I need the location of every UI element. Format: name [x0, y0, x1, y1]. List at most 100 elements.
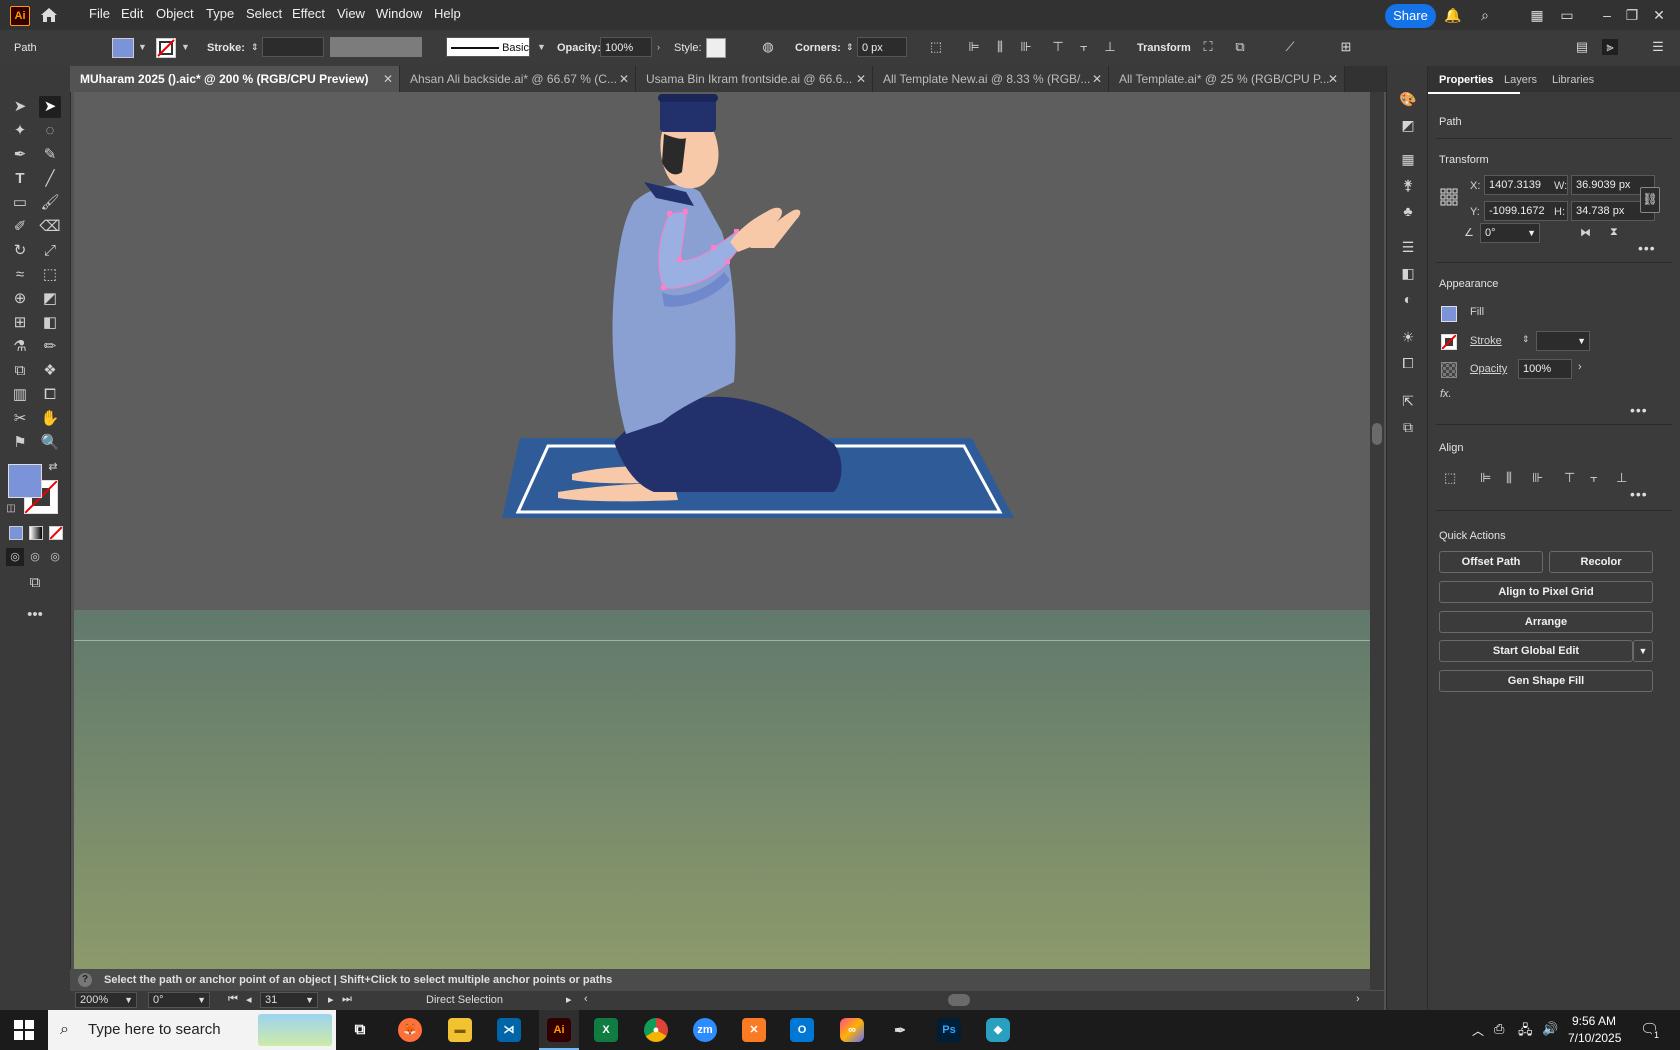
none-mode-icon[interactable]	[49, 526, 63, 540]
rotation-angle-input[interactable]: 0° ▼	[1480, 223, 1540, 243]
gradient-mode-icon[interactable]	[29, 526, 43, 540]
artboards-panel-icon[interactable]: ⧉	[1399, 418, 1417, 436]
tab-libraries[interactable]: Libraries	[1552, 74, 1594, 86]
column-graph-tool-icon[interactable]: ▥	[9, 384, 31, 406]
brushes-panel-icon[interactable]: ⚵	[1399, 176, 1417, 194]
canvas[interactable]	[74, 92, 1370, 969]
stroke-stepper-icon[interactable]: ⇕	[1522, 334, 1530, 345]
vertical-scrollbar[interactable]	[1370, 92, 1384, 990]
excel-icon[interactable]: X	[594, 1018, 618, 1042]
draw-normal-icon[interactable]: ◎	[6, 548, 24, 566]
shape-builder-tool-icon[interactable]: ⊕	[9, 288, 31, 310]
panel-align-left-icon[interactable]: ⊫	[1480, 470, 1491, 486]
chrome-icon[interactable]: ●	[644, 1018, 668, 1042]
file-explorer-icon[interactable]: ▬	[448, 1018, 472, 1042]
graphic-style-swatch[interactable]	[706, 38, 726, 58]
properties-toggle-icon[interactable]: ⫸	[1602, 39, 1618, 55]
help-icon[interactable]: ?	[78, 973, 92, 987]
appearance-panel-icon[interactable]: ☀	[1399, 328, 1417, 346]
zoom-icon[interactable]: zm	[693, 1018, 717, 1042]
scale-tool-icon[interactable]: ⤢	[39, 240, 61, 262]
swatches-panel-icon[interactable]: ▦	[1399, 150, 1417, 168]
corners-input[interactable]: 0 px	[857, 37, 907, 57]
flip-vertical-icon[interactable]: ⧗	[1610, 226, 1618, 239]
fill-color-swatch[interactable]	[8, 464, 42, 498]
lasso-tool-icon[interactable]: ◌	[39, 120, 61, 142]
free-transform-tool-icon[interactable]: ⬚	[39, 264, 61, 286]
swap-colors-icon[interactable]: ⇄	[46, 460, 60, 474]
home-icon[interactable]	[38, 4, 60, 26]
stroke-dropdown-icon[interactable]: ▼	[181, 42, 190, 52]
vertical-scroll-thumb[interactable]	[1372, 423, 1382, 445]
scroll-left-icon[interactable]: ‹	[584, 993, 588, 1005]
flip-horizontal-icon[interactable]: ⧓	[1580, 226, 1591, 239]
taskbar-date[interactable]: 7/10/2025	[1568, 1031, 1621, 1045]
close-tab-icon[interactable]: ✕	[619, 66, 629, 92]
stroke-label[interactable]: Stroke	[1470, 335, 1502, 347]
align-bottom-icon[interactable]: ⊥	[1102, 39, 1118, 55]
firefox-icon[interactable]: 🦊	[398, 1018, 422, 1042]
effects-icon[interactable]: fx.	[1440, 388, 1452, 400]
panel-layout-icon[interactable]: ▭	[1558, 6, 1576, 24]
tab-properties[interactable]: Properties	[1439, 74, 1493, 86]
edit-toolbar-icon[interactable]: •••	[24, 604, 46, 626]
artboard-tool-icon[interactable]: ⧠	[39, 384, 61, 406]
xampp-icon[interactable]: ✕	[742, 1018, 766, 1042]
close-tab-icon[interactable]: ✕	[383, 66, 393, 92]
share-button[interactable]: Share	[1385, 4, 1436, 28]
bell-icon[interactable]: 🔔	[1444, 6, 1462, 24]
align-top-icon[interactable]: ⊤	[1050, 39, 1066, 55]
windows-start-icon[interactable]	[14, 1020, 34, 1040]
eraser-tool-icon[interactable]: ⌫	[39, 216, 61, 238]
praying-man-illustration[interactable]	[74, 92, 1370, 969]
workspace-icon[interactable]: ▦	[1528, 6, 1546, 24]
panel-align-center-icon[interactable]: ⫼	[1506, 470, 1512, 486]
panel-align-top-icon[interactable]: ⊤	[1564, 470, 1575, 486]
tab-muharam[interactable]: MUharam 2025 ().aic* @ 200 % (RGB/CPU Pr…	[70, 66, 400, 92]
menu-window[interactable]: Window	[376, 6, 422, 21]
reference-point-icon[interactable]	[1440, 188, 1458, 206]
menu-effect[interactable]: Effect	[292, 6, 325, 21]
corners-stepper[interactable]: ⇕	[842, 37, 858, 57]
stroke-weight-input[interactable]	[262, 37, 324, 57]
network-icon[interactable]: 🖧	[1518, 1021, 1533, 1043]
transform-button[interactable]: Transform	[1137, 42, 1191, 54]
blend-tool-icon[interactable]: ⧉	[9, 360, 31, 382]
last-artboard-icon[interactable]: ⏭	[342, 993, 352, 1006]
arrange-button[interactable]: Arrange	[1439, 611, 1653, 633]
align-right-icon[interactable]: ⊪	[1018, 39, 1034, 55]
shaper-tool-icon[interactable]: ✐	[9, 216, 31, 238]
recolor-artwork-icon[interactable]: ◍	[760, 39, 776, 55]
first-artboard-icon[interactable]: ⏮	[228, 993, 238, 1006]
more-appearance-options-icon[interactable]: •••	[1630, 402, 1648, 418]
selection-tool-icon[interactable]: ➤	[9, 96, 31, 118]
zoom-tool-icon[interactable]: 🔍	[39, 432, 61, 454]
hand-tool-icon[interactable]: ✋	[39, 408, 61, 430]
opacity-arrow-icon[interactable]: ›	[657, 42, 660, 52]
more-align-options-icon[interactable]: •••	[1630, 486, 1648, 502]
panel-align-right-icon[interactable]: ⊪	[1532, 470, 1543, 486]
status-menu-icon[interactable]: ▸	[566, 993, 572, 1006]
fill-dropdown-icon[interactable]: ▼	[138, 42, 147, 52]
appearance-fill-swatch[interactable]	[1441, 306, 1457, 322]
taskbar-time[interactable]: 9:56 AM	[1572, 1014, 1616, 1028]
color-guide-icon[interactable]: ◩	[1399, 116, 1417, 134]
fill-swatch[interactable]	[112, 38, 134, 58]
width-tool-icon[interactable]: ≈	[9, 264, 31, 286]
menu-help[interactable]: Help	[434, 6, 461, 21]
rotate-view-tool-icon[interactable]: ⚑	[9, 432, 31, 454]
isolate-icon[interactable]: ⛶	[1200, 39, 1216, 55]
menu-file[interactable]: File	[89, 6, 110, 21]
color-mode-icon[interactable]	[9, 526, 23, 540]
recolor-button[interactable]: Recolor	[1549, 551, 1653, 573]
artboard-number-field[interactable]: 31 ▼	[260, 992, 318, 1008]
close-tab-icon[interactable]: ✕	[1328, 66, 1338, 92]
menu-object[interactable]: Object	[156, 6, 194, 21]
zoom-level-field[interactable]: 200% ▼	[75, 992, 137, 1008]
minimize-icon[interactable]: –	[1598, 6, 1616, 24]
creative-cloud-icon[interactable]: ∞	[840, 1018, 864, 1042]
app-icon[interactable]: ◆	[986, 1018, 1010, 1042]
taskbar-search[interactable]: ⌕ Type here to search	[48, 1010, 336, 1050]
global-edit-options-icon[interactable]: ▼	[1633, 640, 1653, 662]
type-tool-icon[interactable]: T	[9, 168, 31, 190]
